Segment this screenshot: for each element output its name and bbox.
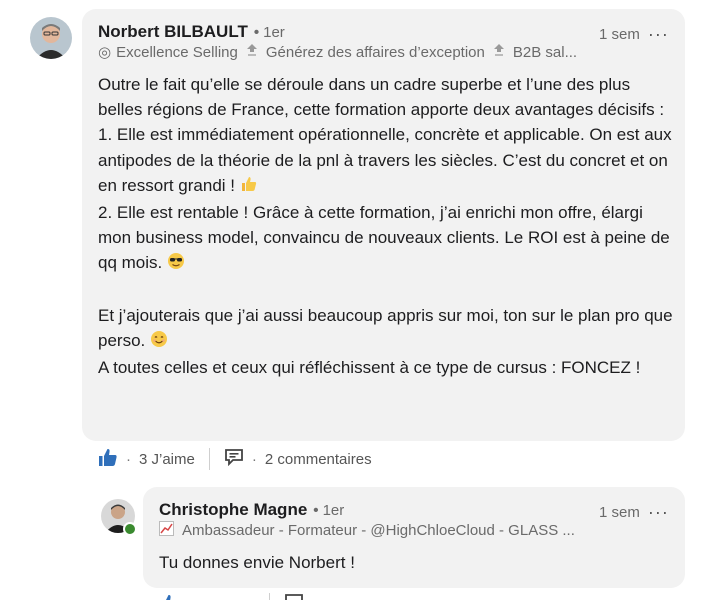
more-options-icon[interactable]: ··· — [648, 25, 669, 43]
thumbs-up-emoji-icon — [240, 175, 258, 200]
timestamp: 1 sem — [599, 25, 640, 43]
reply-icon[interactable] — [284, 593, 304, 600]
comment-header-norbert: Norbert BILBAULT • 1er — [98, 22, 285, 42]
headline-part: B2B sal... — [512, 43, 578, 61]
comment-paragraph: 2. Elle est rentable ! Grâce à cette for… — [98, 200, 673, 278]
reply-icon[interactable] — [224, 448, 244, 470]
comment-meta-norbert: 1 sem ··· — [599, 25, 669, 43]
comment-paragraph: Et j’ajouterais que j’ai aussi beaucoup … — [98, 303, 673, 355]
connection-degree: • 1er — [313, 502, 345, 519]
comment-meta-christophe: 1 sem ··· — [599, 503, 669, 521]
divider — [269, 593, 270, 600]
top-arrow-icon — [246, 43, 258, 61]
headline-part: Excellence Selling — [116, 43, 238, 61]
sunglasses-emoji-icon — [167, 252, 185, 277]
more-options-icon[interactable]: ··· — [648, 503, 669, 521]
headline-part: Générez des affaires d’exception — [265, 43, 485, 61]
author-name[interactable]: Christophe Magne — [159, 500, 307, 520]
avatar-norbert[interactable] — [30, 17, 72, 59]
online-status-dot — [123, 522, 137, 536]
author-name[interactable]: Norbert BILBAULT — [98, 22, 248, 42]
headline-target-icon: ◎ — [98, 44, 112, 61]
like-icon[interactable] — [159, 593, 179, 600]
chart-emoji-icon — [159, 521, 174, 540]
comment-actions-christophe — [159, 593, 304, 600]
comments-count[interactable]: 2 commentaires — [265, 451, 372, 468]
author-headline: Ambassadeur - Formateur - @HighChloeClou… — [159, 521, 609, 540]
comment-paragraph: Outre le fait qu’elle se déroule dans un… — [98, 75, 665, 120]
timestamp: 1 sem — [599, 503, 640, 521]
comment-paragraph: 1. Elle est immédiatement opérationnelle… — [98, 122, 673, 200]
comment-paragraph: A toutes celles et ceux qui réfléchissen… — [98, 358, 641, 378]
connection-degree: • 1er — [253, 24, 285, 41]
top-arrow-icon — [493, 43, 505, 61]
comment-header-christophe: Christophe Magne • 1er — [159, 500, 344, 520]
comment-body-norbert: Outre le fait qu’elle se déroule dans un… — [98, 72, 673, 380]
headline-text: Ambassadeur - Formateur - @HighChloeClou… — [182, 522, 575, 539]
separator-dot: · — [251, 450, 257, 468]
smile-emoji-icon — [150, 330, 168, 355]
like-icon[interactable] — [98, 447, 118, 471]
separator-dot: · — [126, 450, 131, 468]
like-count[interactable]: 3 J’aime — [139, 451, 195, 468]
comment-body-christophe: Tu donnes envie Norbert ! — [159, 550, 659, 575]
comment-paragraph: Tu donnes envie Norbert ! — [159, 553, 355, 572]
author-headline: ◎ Excellence Selling Générez des affaire… — [98, 43, 606, 62]
divider — [208, 448, 210, 470]
comment-actions-norbert: · 3 J’aime · 2 commentaires — [98, 447, 372, 471]
